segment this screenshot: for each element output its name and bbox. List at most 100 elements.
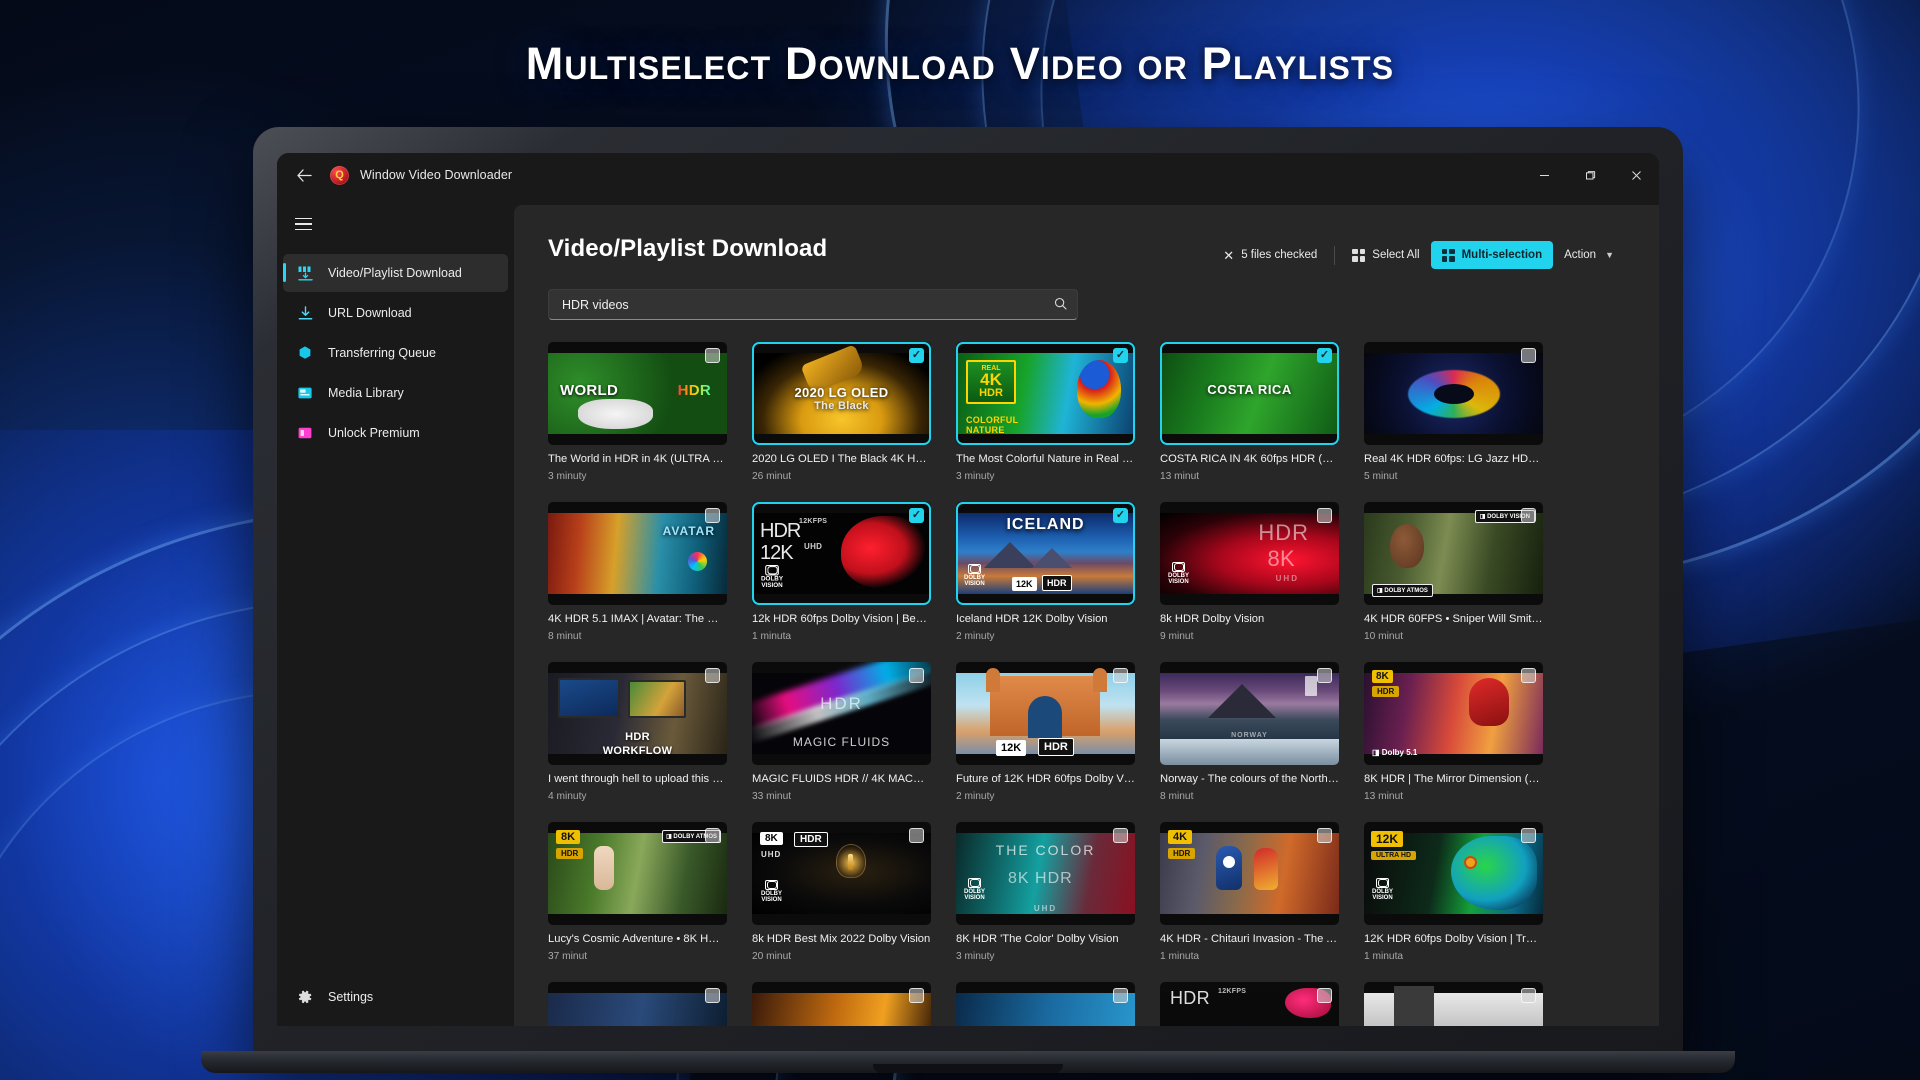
sidebar-item-video-playlist-download[interactable]: Video/Playlist Download xyxy=(283,254,508,292)
video-checkbox[interactable] xyxy=(705,508,720,523)
video-card[interactable]: 12K ULTRA HD DOLBY VISION 12K HDR 60fps D… xyxy=(1364,822,1543,962)
video-checkbox[interactable] xyxy=(1521,348,1536,363)
search-input[interactable] xyxy=(562,297,1054,312)
video-title: The World in HDR in 4K (ULTRA HD) xyxy=(548,453,727,465)
video-thumbnail[interactable]: ◨ DOLBY VISION ◨ DOLBY ATMOS xyxy=(1364,502,1543,605)
close-button[interactable] xyxy=(1613,153,1659,197)
video-card[interactable]: WORLD HDR The World in HDR in 4K (ULTRA … xyxy=(548,342,727,482)
video-thumbnail[interactable] xyxy=(956,982,1135,1026)
video-card-partial[interactable] xyxy=(548,982,727,1026)
video-card[interactable]: 4K HDR 4K HDR - Chitauri Invasion - The … xyxy=(1160,822,1339,962)
video-checkbox[interactable] xyxy=(1113,348,1128,363)
video-checkbox[interactable] xyxy=(909,988,924,1003)
video-thumbnail[interactable]: HDR 12KFPS xyxy=(1160,982,1339,1026)
video-card[interactable]: HDR 12KFPS 12K UHD DOLBYVISION 12k HDR 6… xyxy=(752,502,931,642)
sidebar-item-transferring-queue[interactable]: Transferring Queue xyxy=(283,334,508,372)
sidebar-item-url-download[interactable]: URL Download xyxy=(283,294,508,332)
sidebar-item-media-library[interactable]: Media Library xyxy=(283,374,508,412)
video-checkbox[interactable] xyxy=(909,348,924,363)
video-card-partial[interactable] xyxy=(956,982,1135,1026)
video-checkbox[interactable] xyxy=(909,668,924,683)
video-checkbox[interactable] xyxy=(1521,828,1536,843)
video-thumbnail[interactable]: HDR 12KFPS 12K UHD DOLBY VISION xyxy=(752,502,931,605)
video-title: 4K HDR 5.1 IMAX | Avatar: The Way... xyxy=(548,613,727,625)
selection-toolbar: ✕ 5 files checked Select All Multi-selec… xyxy=(1212,235,1625,269)
clear-selection-button[interactable]: ✕ 5 files checked xyxy=(1212,241,1328,269)
video-thumbnail[interactable]: 8K HDR ◨ DOLBY ATMOS xyxy=(548,822,727,925)
sidebar-item-settings[interactable]: Settings xyxy=(283,978,508,1016)
video-grid-scroll[interactable]: WORLD HDR The World in HDR in 4K (ULTRA … xyxy=(514,320,1659,1026)
video-card[interactable]: COSTA RICA COSTA RICA IN 4K 60fps HDR (U… xyxy=(1160,342,1339,482)
checked-count-label: 5 files checked xyxy=(1241,249,1318,261)
video-checkbox[interactable] xyxy=(1521,508,1536,523)
video-checkbox[interactable] xyxy=(705,988,720,1003)
video-checkbox[interactable] xyxy=(705,668,720,683)
video-checkbox[interactable] xyxy=(1317,828,1332,843)
video-thumbnail[interactable]: 4K HDR xyxy=(1160,822,1339,925)
video-checkbox[interactable] xyxy=(1521,988,1536,1003)
video-duration: 26 minut xyxy=(752,471,792,482)
video-card[interactable]: 8K HDR UHD DOLBY VISION 8k HDR Best Mix 2… xyxy=(752,822,931,962)
video-thumbnail[interactable]: NORWAY xyxy=(1160,662,1339,765)
video-checkbox[interactable] xyxy=(1521,668,1536,683)
video-thumbnail[interactable]: 8K HDR ◨ Dolby 5.1 xyxy=(1364,662,1543,765)
video-card-partial[interactable] xyxy=(1364,982,1543,1026)
video-thumbnail[interactable] xyxy=(1364,342,1543,445)
video-card-partial[interactable]: HDR 12KFPS xyxy=(1160,982,1339,1026)
video-thumbnail[interactable]: HDR MAGIC FLUIDS xyxy=(752,662,931,765)
video-thumbnail[interactable]: COSTA RICA xyxy=(1160,342,1339,445)
video-thumbnail[interactable]: 12K HDR xyxy=(956,662,1135,765)
video-thumbnail[interactable] xyxy=(1364,982,1543,1026)
maximize-restore-button[interactable] xyxy=(1567,153,1613,197)
video-thumbnail[interactable]: REAL 4K HDR COLORFUL NATURE xyxy=(956,342,1135,445)
video-card[interactable]: 2020 LG OLED The Black 2020 LG OLED I Th… xyxy=(752,342,931,482)
video-checkbox[interactable] xyxy=(909,508,924,523)
video-thumbnail[interactable]: AVATAR xyxy=(548,502,727,605)
video-thumbnail[interactable] xyxy=(752,982,931,1026)
video-thumbnail[interactable]: HDR WORKFLOW xyxy=(548,662,727,765)
video-card[interactable]: 12K HDR Future of 12K HDR 60fps Dolby Vi… xyxy=(956,662,1135,802)
minimize-button[interactable] xyxy=(1521,153,1567,197)
video-thumbnail[interactable]: THE COLOR 8K HDR UHD DOLBY VISION xyxy=(956,822,1135,925)
video-card[interactable]: 8K HDR ◨ Dolby 5.1 8K HDR | The Mirror D… xyxy=(1364,662,1543,802)
video-checkbox[interactable] xyxy=(705,348,720,363)
video-checkbox[interactable] xyxy=(1113,988,1128,1003)
video-checkbox[interactable] xyxy=(1317,988,1332,1003)
hamburger-menu-icon[interactable] xyxy=(283,205,323,243)
video-checkbox[interactable] xyxy=(1113,668,1128,683)
video-card[interactable]: THE COLOR 8K HDR UHD DOLBY VISION 8K HDR … xyxy=(956,822,1135,962)
video-checkbox[interactable] xyxy=(1113,508,1128,523)
video-card[interactable]: REAL4KHDR COLORFULNATURE The Most Colorf… xyxy=(956,342,1135,482)
video-card[interactable]: HDR 8K UHD DOLBY VISION 8k HDR Dolby Visi… xyxy=(1160,502,1339,642)
video-card[interactable]: 8K HDR ◨ DOLBY ATMOS Lucy's Cosmic Adven… xyxy=(548,822,727,962)
video-thumbnail[interactable]: 2020 LG OLED The Black xyxy=(752,342,931,445)
video-checkbox[interactable] xyxy=(1113,828,1128,843)
video-thumbnail[interactable]: 12K ULTRA HD DOLBY VISION xyxy=(1364,822,1543,925)
video-card[interactable]: AVATAR 4K HDR 5.1 IMAX | Avatar: The Way… xyxy=(548,502,727,642)
video-card-partial[interactable] xyxy=(752,982,931,1026)
video-card[interactable]: HDR WORKFLOW I went through hell to uplo… xyxy=(548,662,727,802)
video-checkbox[interactable] xyxy=(1317,668,1332,683)
back-arrow-icon[interactable] xyxy=(287,160,321,190)
video-card[interactable]: Real 4K HDR 60fps: LG Jazz HDR UH... 5 m… xyxy=(1364,342,1543,482)
multi-selection-button[interactable]: Multi-selection xyxy=(1430,241,1554,269)
video-thumbnail[interactable]: WORLD HDR xyxy=(548,342,727,445)
video-checkbox[interactable] xyxy=(1317,348,1332,363)
video-checkbox[interactable] xyxy=(705,828,720,843)
video-thumbnail[interactable]: HDR 8K UHD DOLBY VISION xyxy=(1160,502,1339,605)
video-card[interactable]: NORWAY Norway - The colours of the North… xyxy=(1160,662,1339,802)
video-thumbnail[interactable]: 8K HDR UHD DOLBY VISION xyxy=(752,822,931,925)
video-duration: 13 minut xyxy=(1364,791,1404,802)
video-thumbnail[interactable] xyxy=(548,982,727,1026)
search-icon[interactable] xyxy=(1054,297,1067,313)
video-checkbox[interactable] xyxy=(1317,508,1332,523)
video-card[interactable]: ICELAND DOLBYVISION 12K HDR Iceland HDR … xyxy=(956,502,1135,642)
video-thumbnail[interactable]: ICELAND DOLBY VISION 12K HDR xyxy=(956,502,1135,605)
video-checkbox[interactable] xyxy=(909,828,924,843)
video-card[interactable]: HDR MAGIC FLUIDS MAGIC FLUIDS HDR // 4K … xyxy=(752,662,931,802)
video-card[interactable]: ◨ DOLBY VISION ◨ DOLBY ATMOS 4K HDR 60FP… xyxy=(1364,502,1543,642)
sidebar-item-unlock-premium[interactable]: Unlock Premium xyxy=(283,414,508,452)
search-box[interactable] xyxy=(548,289,1078,320)
select-all-button[interactable]: Select All xyxy=(1341,241,1430,269)
action-dropdown-button[interactable]: Action ▼ xyxy=(1553,241,1625,269)
